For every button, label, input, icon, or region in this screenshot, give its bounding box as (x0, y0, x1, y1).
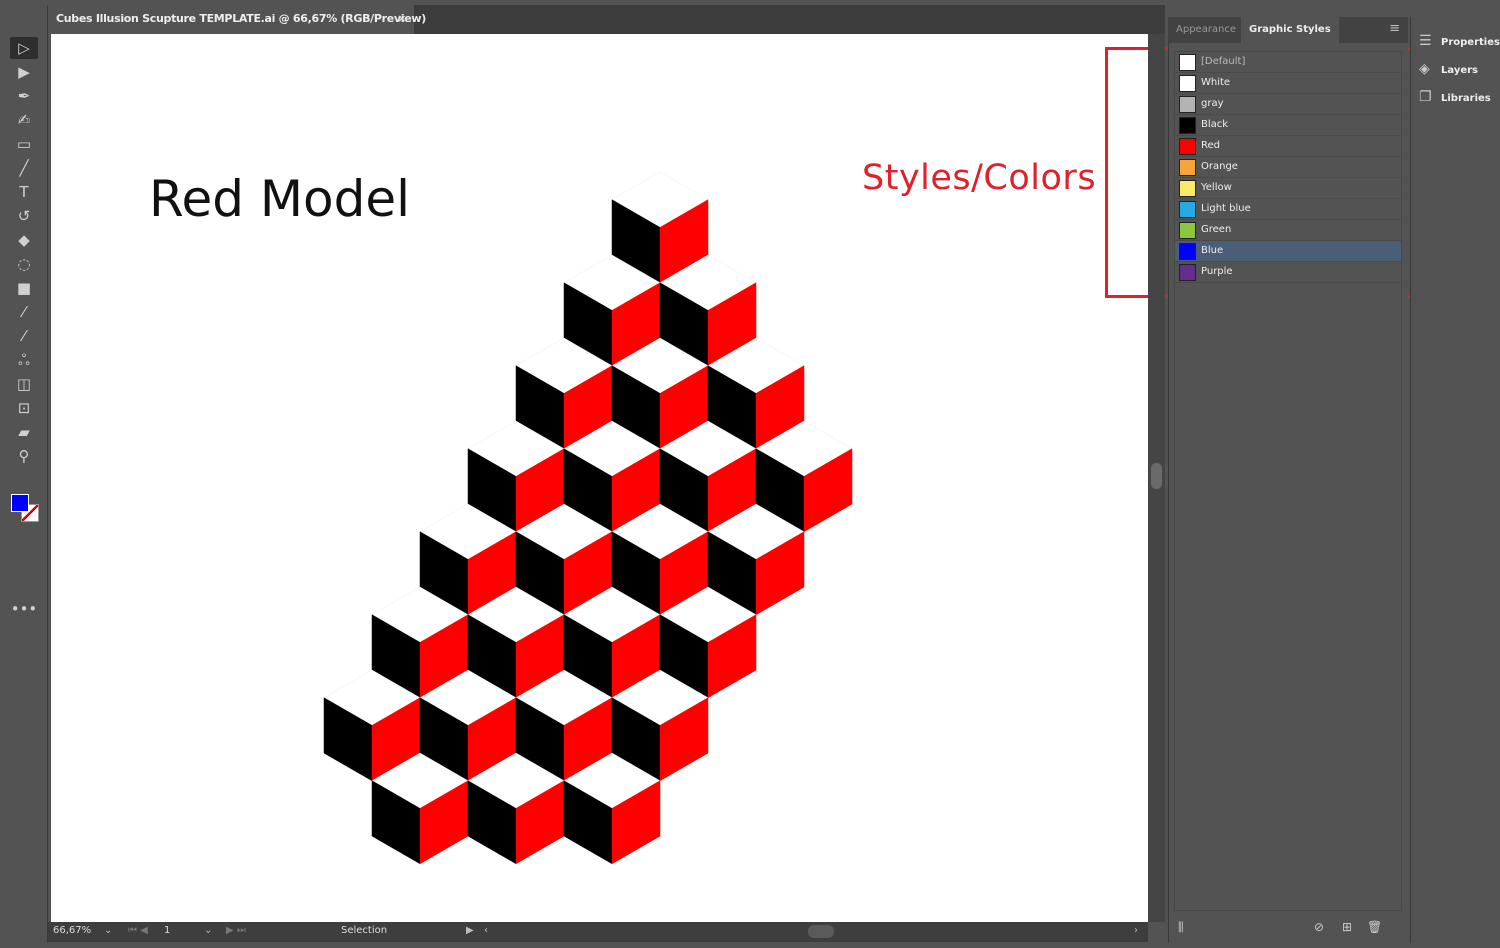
scroll-left-icon[interactable]: ‹ (484, 925, 488, 936)
graphic-style-item[interactable]: Light blue (1175, 199, 1401, 220)
current-tool-status[interactable]: Selection (341, 925, 387, 936)
graphic-style-item[interactable]: Red (1175, 136, 1401, 157)
tab-graphic-styles[interactable]: Graphic Styles (1241, 17, 1339, 43)
annotation-label: Styles/Colors (862, 158, 1097, 198)
style-label: Black (1201, 119, 1229, 130)
style-swatch (1179, 138, 1196, 155)
panel-menu-icon[interactable]: ≡ (1389, 21, 1400, 36)
libraries-icon: ❐ (1419, 89, 1432, 105)
panel-tabs: Appearance Graphic Styles ≡ (1168, 17, 1408, 43)
scroll-right-icon[interactable]: › (1134, 925, 1138, 936)
graphic-style-item[interactable]: Orange (1175, 157, 1401, 178)
break-link-icon[interactable]: ⊘ (1314, 920, 1324, 934)
status-bar: 66,67% ⌄ ⏮ ◀ 1 ⌄ ▶ ⏭ Selection ▶ ‹ › (48, 922, 1148, 942)
style-label: Purple (1201, 266, 1233, 277)
style-label: Green (1201, 224, 1232, 235)
graphic-styles-list: [Default] White gray Black Red Orange Yellow Li… (1174, 51, 1402, 911)
graphic-style-item[interactable]: Yellow (1175, 178, 1401, 199)
graphic-style-item[interactable]: Blue (1175, 241, 1401, 262)
panel-dock: ☰ Properties ◈ Layers ❐ Libraries (1410, 17, 1500, 943)
new-style-icon[interactable]: ⊞ (1342, 920, 1352, 934)
dock-properties[interactable]: ☰ Properties (1419, 33, 1500, 49)
graphic-style-item[interactable]: Green (1175, 220, 1401, 241)
dock-libraries[interactable]: ❐ Libraries (1419, 89, 1491, 105)
properties-icon: ☰ (1419, 33, 1432, 49)
styles-library-icon[interactable]: ⫼ (1178, 920, 1184, 935)
panel-footer: ⫼ ⊘ ⊞ 🗑 (1174, 918, 1402, 938)
artboard-dropdown-icon[interactable]: ⌄ (204, 925, 212, 936)
style-label: Light blue (1201, 203, 1251, 214)
graphic-style-item[interactable]: White (1175, 73, 1401, 94)
zoom-dropdown-icon[interactable]: ⌄ (104, 925, 112, 936)
style-swatch (1179, 264, 1196, 281)
tab-appearance[interactable]: Appearance (1168, 17, 1244, 43)
style-label: Orange (1201, 161, 1238, 172)
graphic-style-item[interactable]: [Default] (1175, 52, 1401, 73)
style-label: White (1201, 77, 1231, 88)
graphic-style-item[interactable]: Black (1175, 115, 1401, 136)
style-swatch (1179, 180, 1196, 197)
vertical-scroll-thumb[interactable] (1151, 463, 1162, 489)
status-menu-arrow-icon[interactable]: ▶ (466, 925, 474, 936)
layers-icon: ◈ (1419, 61, 1430, 77)
delete-style-icon[interactable]: 🗑 (1367, 920, 1382, 934)
next-artboard-icon[interactable]: ▶ ⏭ (226, 925, 246, 936)
style-swatch (1179, 222, 1196, 239)
model-title: Red Model (149, 170, 411, 228)
style-swatch (1179, 54, 1196, 71)
first-artboard-icon[interactable]: ⏮ ◀ (128, 925, 148, 936)
style-swatch (1179, 117, 1196, 134)
zoom-level[interactable]: 66,67% (53, 925, 91, 936)
style-label: [Default] (1201, 56, 1246, 67)
style-swatch (1179, 75, 1196, 92)
graphic-style-item[interactable]: gray (1175, 94, 1401, 115)
style-swatch (1179, 159, 1196, 176)
style-swatch (1179, 201, 1196, 218)
style-label: Yellow (1201, 182, 1232, 193)
fill-color-swatch[interactable] (11, 494, 29, 512)
horizontal-scroll-thumb[interactable] (808, 925, 834, 938)
style-label: Blue (1201, 245, 1224, 256)
style-label: gray (1201, 98, 1224, 109)
graphic-style-item[interactable]: Purple (1175, 262, 1401, 283)
style-swatch (1179, 96, 1196, 113)
dock-layers[interactable]: ◈ Layers (1419, 61, 1478, 77)
style-label: Red (1201, 140, 1220, 151)
style-swatch (1179, 243, 1196, 260)
